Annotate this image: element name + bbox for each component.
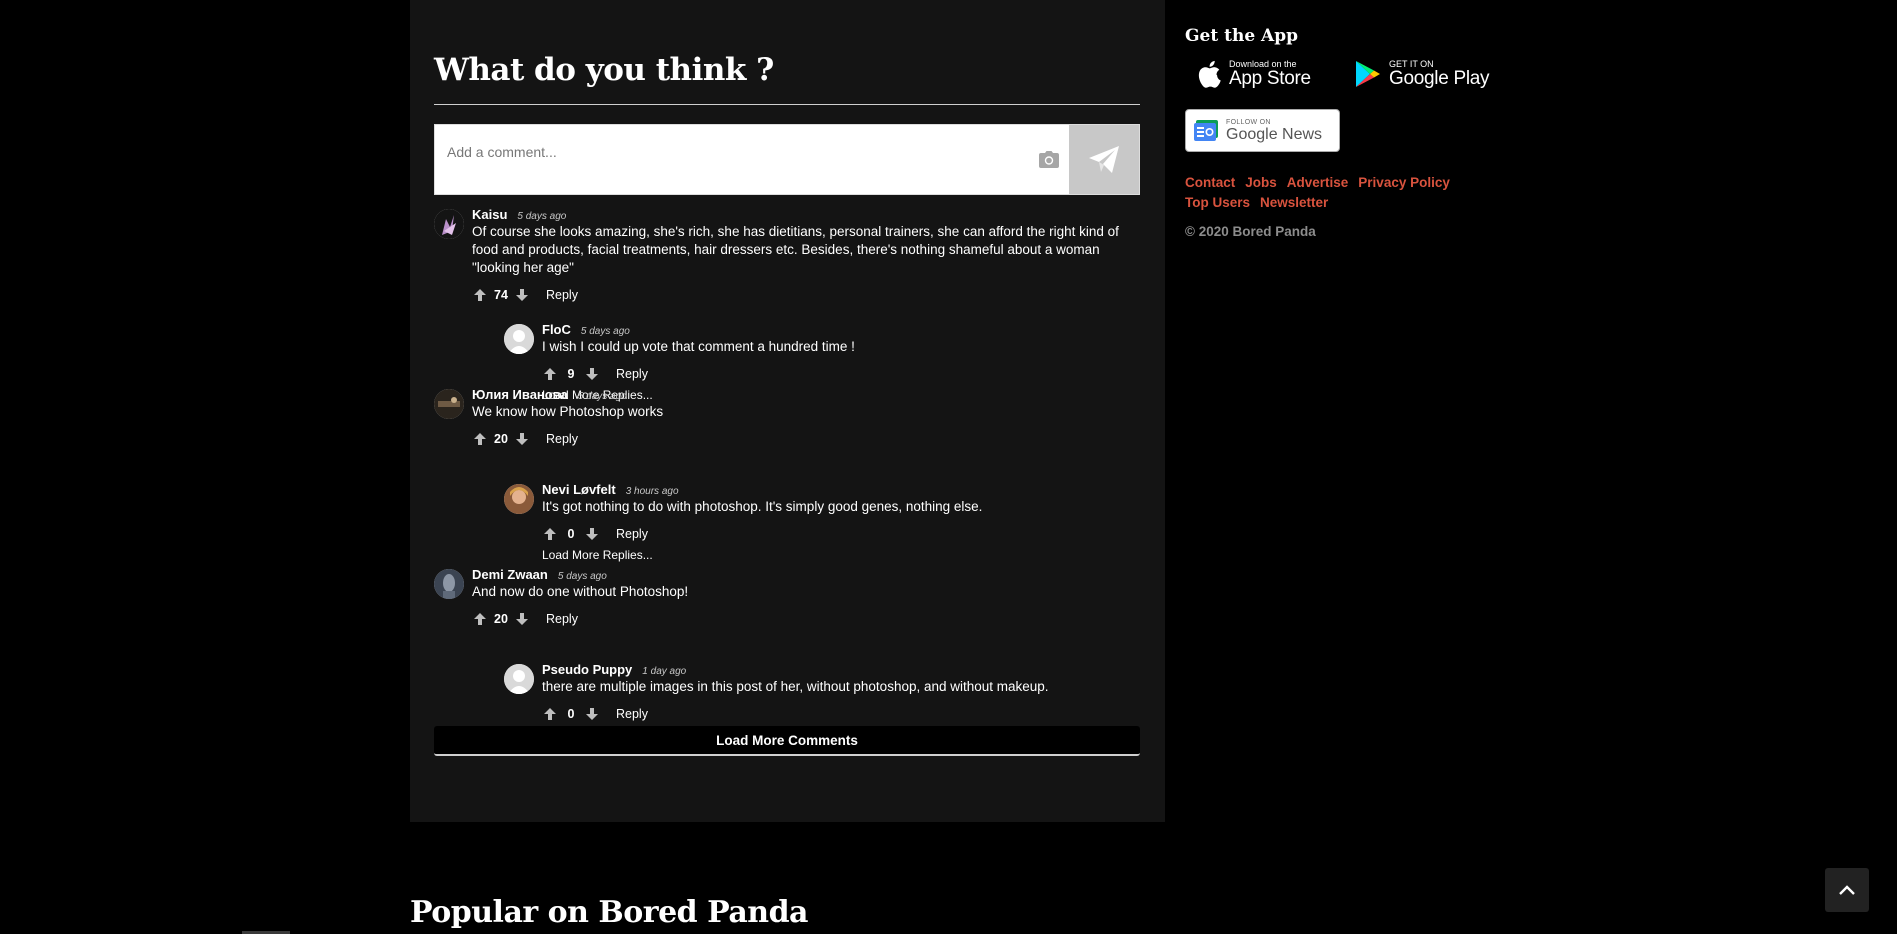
google-news-badge[interactable]: FOLLOW ON Google News — [1185, 109, 1340, 152]
reply-body: Pseudo Puppy 1 day ago there are multipl… — [504, 662, 1174, 724]
footer-link-contact[interactable]: Contact — [1185, 175, 1235, 191]
footer-links: Contact Jobs Advertise Privacy Policy To… — [1185, 175, 1505, 211]
comment-actions: 0 Reply — [542, 704, 1174, 724]
comment-thread: Kaisu 5 days ago Of course she looks ama… — [434, 207, 1140, 402]
reply-button[interactable]: Reply — [616, 527, 648, 541]
comment-body: Demi Zwaan 5 days ago And now do one wit… — [434, 567, 1140, 629]
upvote-icon[interactable] — [472, 287, 488, 303]
comment-body: Юлия Иванова 5 days ago We know how Phot… — [434, 387, 1140, 449]
google-play-big-text: Google Play — [1389, 68, 1490, 89]
upvote-icon[interactable] — [542, 526, 558, 542]
page: What do you think ? Kaisu 5 days ago Of … — [0, 0, 1897, 934]
downvote-icon[interactable] — [584, 526, 600, 542]
footer-link-top-users[interactable]: Top Users — [1185, 195, 1250, 211]
comment-text: We know how Photoshop works — [472, 404, 664, 419]
footer-link-newsletter[interactable]: Newsletter — [1260, 195, 1328, 211]
comment-input[interactable] — [435, 125, 1029, 165]
comment-actions: 0 Reply — [542, 524, 1174, 544]
reply-time: 3 hours ago — [625, 486, 679, 497]
avatar[interactable] — [434, 569, 464, 599]
comment-actions: 20 Reply — [472, 429, 1140, 449]
comment-form — [434, 124, 1140, 195]
vote-count: 0 — [567, 527, 575, 541]
downvote-icon[interactable] — [584, 366, 600, 382]
comment-thread: Demi Zwaan 5 days ago And now do one wit… — [434, 567, 1140, 721]
upvote-icon[interactable] — [542, 706, 558, 722]
vote-count: 20 — [494, 612, 508, 626]
google-news-small-text: FOLLOW ON — [1226, 118, 1271, 126]
reply-time: 5 days ago — [580, 326, 630, 337]
upvote-icon[interactable] — [472, 611, 488, 627]
comment-author[interactable]: Юлия Иванова — [472, 387, 568, 402]
send-comment-button[interactable] — [1069, 125, 1139, 194]
chevron-up-icon — [1839, 885, 1855, 895]
reply-button[interactable]: Reply — [546, 612, 578, 626]
load-more-replies-link[interactable]: Load More Replies... — [542, 548, 1174, 562]
get-app-title: Get the App — [1185, 26, 1299, 46]
comment-text: Of course she looks amazing, she's rich,… — [472, 224, 1119, 275]
google-news-icon — [1194, 119, 1218, 141]
send-icon — [1089, 145, 1119, 173]
reply-body: Nevi Løvfelt 3 hours ago It's got nothin… — [504, 482, 1174, 562]
scroll-to-top-button[interactable] — [1825, 868, 1869, 912]
upvote-icon[interactable] — [472, 431, 488, 447]
downvote-icon[interactable] — [514, 431, 530, 447]
reply-button[interactable]: Reply — [546, 288, 578, 302]
comment-time: 5 days ago — [557, 571, 607, 582]
footer-link-advertise[interactable]: Advertise — [1287, 175, 1349, 191]
downvote-icon[interactable] — [514, 287, 530, 303]
title-divider — [434, 104, 1140, 105]
reply-comment: Nevi Løvfelt 3 hours ago It's got nothin… — [504, 482, 1174, 562]
footer-link-jobs[interactable]: Jobs — [1245, 175, 1277, 191]
camera-icon[interactable] — [1029, 125, 1069, 194]
reply-text: there are multiple images in this post o… — [542, 679, 1049, 694]
comment-body: Kaisu 5 days ago Of course she looks ama… — [434, 207, 1140, 305]
avatar[interactable] — [434, 389, 464, 419]
app-store-big-text: App Store — [1229, 68, 1311, 89]
reply-button[interactable]: Reply — [616, 707, 648, 721]
avatar[interactable] — [504, 664, 534, 694]
vote-count: 0 — [567, 707, 575, 721]
reply-text: I wish I could up vote that comment a hu… — [542, 339, 855, 354]
comments-title: What do you think ? — [434, 52, 774, 88]
avatar[interactable] — [434, 209, 464, 239]
comment-actions: 74 Reply — [472, 285, 1140, 305]
google-play-badge[interactable]: GET IT ON Google Play — [1355, 54, 1490, 94]
reply-time: 1 day ago — [642, 666, 687, 677]
reply-text: It's got nothing to do with photoshop. I… — [542, 499, 983, 514]
reply-author[interactable]: Pseudo Puppy — [542, 662, 632, 677]
comment-time: 5 days ago — [577, 391, 627, 402]
google-news-big-text: Google News — [1226, 125, 1323, 143]
app-store-badge[interactable]: Download on the App Store — [1197, 54, 1311, 94]
downvote-icon[interactable] — [514, 611, 530, 627]
avatar[interactable] — [504, 484, 534, 514]
avatar[interactable] — [504, 324, 534, 354]
apple-icon — [1198, 60, 1221, 88]
comment-actions: 20 Reply — [472, 609, 1140, 629]
comment-actions: 9 Reply — [542, 364, 1174, 384]
footer-link-privacy-policy[interactable]: Privacy Policy — [1358, 175, 1450, 191]
reply-button[interactable]: Reply — [546, 432, 578, 446]
comment-thread: Юлия Иванова 5 days ago We know how Phot… — [434, 387, 1140, 562]
vote-count: 9 — [567, 367, 575, 381]
load-more-comments-button[interactable]: Load More Comments — [434, 726, 1140, 756]
comments-panel: What do you think ? Kaisu 5 days ago Of … — [410, 0, 1165, 822]
reply-author[interactable]: Nevi Løvfelt — [542, 482, 616, 497]
popular-title: Popular on Bored Panda — [410, 895, 809, 930]
copyright: © 2020 Bored Panda — [1185, 224, 1316, 239]
google-play-icon — [1356, 61, 1380, 87]
comment-author[interactable]: Demi Zwaan — [472, 567, 548, 582]
vote-count: 20 — [494, 432, 508, 446]
comment-text: And now do one without Photoshop! — [472, 584, 689, 599]
comment-author[interactable]: Kaisu — [472, 207, 507, 222]
reply-author[interactable]: FloC — [542, 322, 571, 337]
comment-time: 5 days ago — [517, 211, 567, 222]
upvote-icon[interactable] — [542, 366, 558, 382]
reply-button[interactable]: Reply — [616, 367, 648, 381]
downvote-icon[interactable] — [584, 706, 600, 722]
reply-comment: Pseudo Puppy 1 day ago there are multipl… — [504, 662, 1174, 724]
vote-count: 74 — [494, 288, 508, 302]
